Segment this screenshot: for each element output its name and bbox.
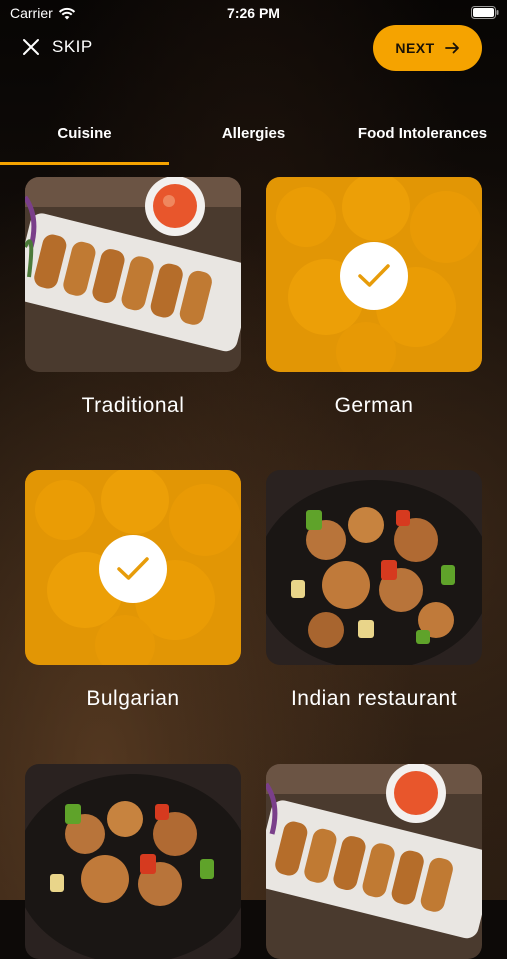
selected-check: [340, 242, 408, 310]
status-time: 7:26 PM: [227, 5, 280, 21]
cuisine-label: German: [334, 394, 414, 417]
sweet-sour-chicken-image: [25, 764, 241, 959]
cuisine-card[interactable]: [25, 764, 241, 959]
status-bar: Carrier 7:26 PM: [0, 0, 507, 28]
skip-button[interactable]: SKIP: [22, 37, 93, 57]
cuisine-label: Traditional: [81, 394, 185, 417]
tab-food-intolerances[interactable]: Food Intolerances: [338, 125, 507, 142]
active-tab-indicator: [0, 162, 169, 165]
selected-check: [99, 535, 167, 603]
cuisine-card-bulgarian[interactable]: [25, 470, 241, 665]
cuisine-card-traditional[interactable]: [25, 177, 241, 372]
next-label: NEXT: [395, 40, 435, 56]
tab-bar: Cuisine Allergies Food Intolerances: [0, 115, 507, 165]
close-icon: [23, 39, 39, 55]
sweet-sour-chicken-image: [266, 470, 482, 665]
skip-label: SKIP: [52, 37, 93, 56]
spring-rolls-image: [25, 177, 241, 372]
tab-allergies[interactable]: Allergies: [169, 125, 338, 142]
cuisine-label: Indian restaurant: [290, 687, 458, 710]
cuisine-card-german[interactable]: [266, 177, 482, 372]
cuisine-card-indian-restaurant[interactable]: [266, 470, 482, 665]
tab-cuisine[interactable]: Cuisine: [0, 125, 169, 142]
battery-icon: [471, 6, 499, 19]
arrow-right-icon: [444, 42, 459, 54]
cuisine-card[interactable]: [266, 764, 482, 959]
top-bar: SKIP NEXT: [0, 25, 507, 75]
cuisine-label: Bulgarian: [86, 687, 180, 710]
checkmark-icon: [358, 264, 390, 287]
next-button[interactable]: NEXT: [373, 25, 482, 71]
checkmark-icon: [117, 557, 149, 580]
spring-rolls-image: [266, 764, 482, 959]
